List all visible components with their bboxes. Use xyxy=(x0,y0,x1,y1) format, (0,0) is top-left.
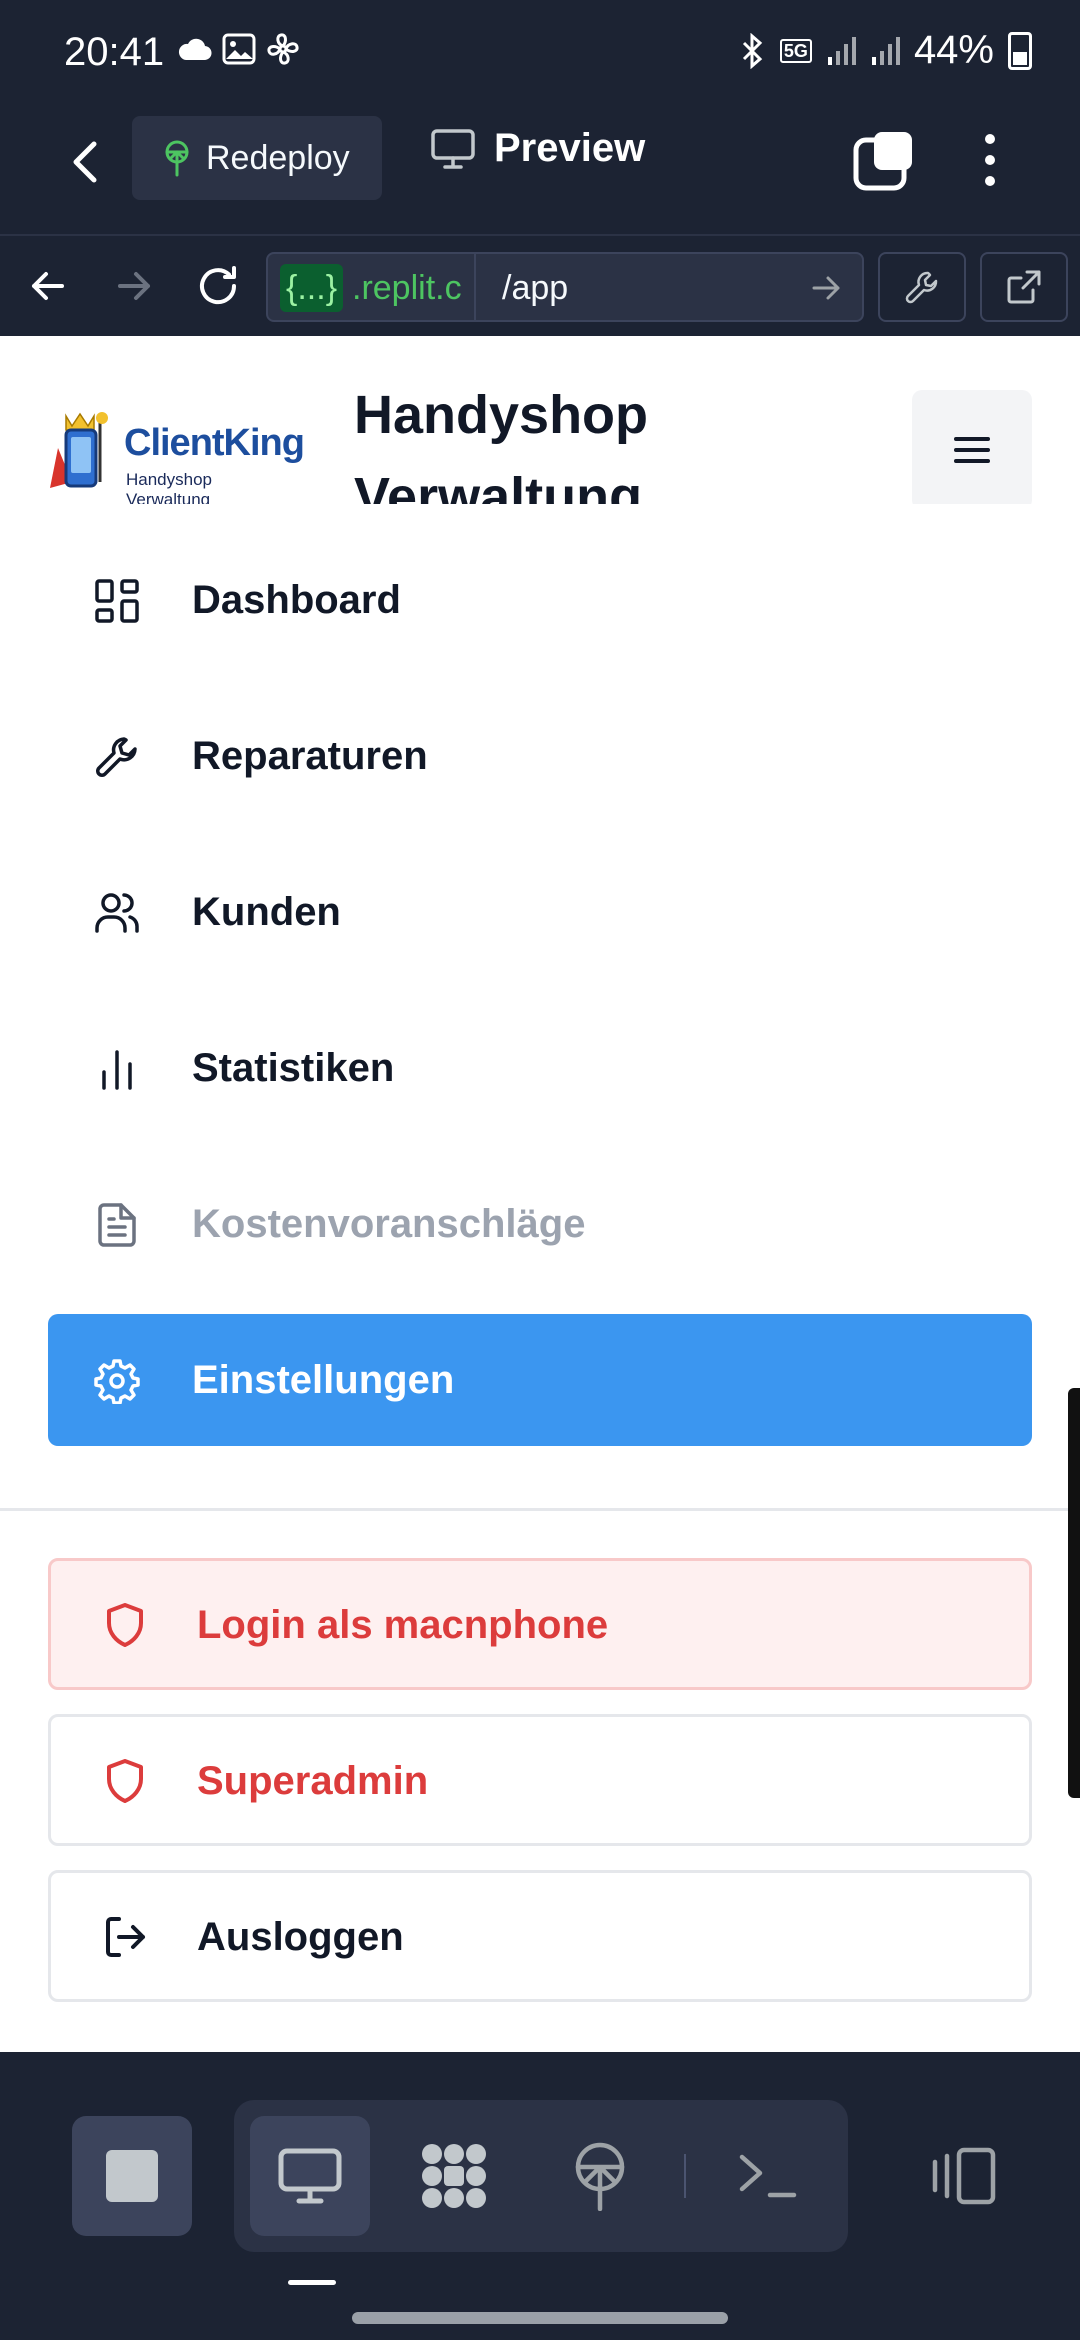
tool-group xyxy=(234,2100,848,2252)
clientking-logo[interactable]: ClientKing Handyshop Verwaltung xyxy=(48,408,305,504)
nav-item-label: Einstellungen xyxy=(192,1357,455,1402)
devtools-button[interactable] xyxy=(878,252,966,322)
tabs-switcher-icon[interactable] xyxy=(852,128,916,192)
app-viewport: ClientKing Handyshop Verwaltung Handysho… xyxy=(0,336,1080,2052)
nav-item-kunden[interactable]: Kunden xyxy=(48,846,1032,978)
image-icon xyxy=(222,33,256,65)
battery-icon xyxy=(1008,31,1032,70)
users-icon xyxy=(95,893,139,933)
terminal-icon xyxy=(739,2154,797,2198)
gear-icon xyxy=(94,1359,140,1404)
deployments-tool-button[interactable] xyxy=(540,2116,660,2236)
open-new-tab-button[interactable] xyxy=(980,252,1068,322)
logo-subtitle: Handyshop Verwaltung xyxy=(126,470,213,504)
nav-item-label: Statistiken xyxy=(192,1045,395,1090)
nav-item-label: Dashboard xyxy=(192,577,401,622)
panels-icon xyxy=(932,2147,996,2205)
go-arrow-icon[interactable] xyxy=(808,270,844,306)
logout-icon xyxy=(106,1917,145,1957)
document-icon xyxy=(98,1203,136,1247)
stop-icon xyxy=(106,2150,158,2202)
dashboard-icon xyxy=(95,579,139,623)
panels-button[interactable] xyxy=(900,2116,1020,2236)
url-chip: {...} xyxy=(280,264,344,312)
active-tab-indicator xyxy=(288,2280,336,2285)
replit-toolbar: Redeploy Preview xyxy=(0,104,1080,234)
deploy-icon xyxy=(165,140,189,177)
redeploy-button[interactable]: Redeploy xyxy=(132,116,382,200)
external-link-icon xyxy=(1007,270,1041,304)
replit-bottom-bar xyxy=(0,2052,1080,2340)
more-options-icon[interactable] xyxy=(970,128,1010,192)
url-host: .replit.c xyxy=(352,269,462,307)
page-title: Handyshop Verwaltung xyxy=(354,385,649,504)
cloud-icon xyxy=(178,38,212,61)
status-bar: 20:41 5G 44% xyxy=(0,0,1080,104)
network-type: 5G xyxy=(779,38,812,63)
wrench-icon xyxy=(96,737,137,777)
nav-item-einstellungen[interactable]: Einstellungen xyxy=(48,1314,1032,1446)
logout-button[interactable]: Ausloggen xyxy=(48,1870,1032,2002)
stop-button[interactable] xyxy=(72,2116,192,2236)
nav-item-statistiken[interactable]: Statistiken xyxy=(48,1002,1032,1134)
menu-divider xyxy=(0,1508,1080,1511)
monitor-icon xyxy=(431,128,475,169)
bar-chart-icon xyxy=(102,1050,132,1090)
superadmin-label: Superadmin xyxy=(197,1759,429,1803)
status-time: 20:41 xyxy=(64,30,165,74)
edge-panel-handle[interactable] xyxy=(1068,1388,1080,1798)
webview-tool-button[interactable] xyxy=(250,2116,370,2236)
shield-icon xyxy=(107,1759,143,1803)
workflows-tool-button[interactable] xyxy=(394,2116,514,2236)
home-gesture-bar[interactable] xyxy=(352,2312,728,2324)
nav-item-dashboard[interactable]: Dashboard xyxy=(48,534,1032,666)
monitor-icon xyxy=(278,2148,342,2204)
browser-forward-icon[interactable] xyxy=(104,256,164,316)
browser-back-icon[interactable] xyxy=(18,256,78,316)
nav-item-kostenvoranschlaege[interactable]: Kostenvoranschläge xyxy=(48,1158,1032,1290)
logout-label: Ausloggen xyxy=(197,1915,404,1959)
shell-tool-button[interactable] xyxy=(708,2116,828,2236)
redeploy-label: Redeploy xyxy=(206,138,350,177)
preview-tab[interactable]: Preview xyxy=(430,126,645,171)
preview-label: Preview xyxy=(494,126,646,170)
nav-item-label: Kostenvoranschläge xyxy=(192,1201,586,1246)
king-mascot-icon xyxy=(50,412,108,488)
login-as-button[interactable]: Login als macnphone xyxy=(48,1558,1032,1690)
signal-icon xyxy=(871,36,900,65)
reload-icon[interactable] xyxy=(188,256,248,316)
url-path[interactable]: /app xyxy=(502,264,568,312)
url-bar: {...} .replit.c /app xyxy=(0,234,1080,336)
deploy-icon xyxy=(575,2142,625,2211)
app-header: ClientKing Handyshop Verwaltung Handysho… xyxy=(0,336,1080,504)
nav-menu: Dashboard Reparaturen Kunden Statistiken… xyxy=(48,534,1032,1470)
login-as-label: Login als macnphone xyxy=(197,1603,609,1647)
shield-icon xyxy=(107,1603,143,1647)
nav-item-label: Kunden xyxy=(192,889,341,934)
back-arrow-icon[interactable] xyxy=(56,132,116,192)
bluetooth-icon xyxy=(742,32,763,69)
logo-title: ClientKing xyxy=(124,422,305,464)
fan-icon xyxy=(267,33,299,65)
battery-percent: 44% xyxy=(913,28,994,72)
superadmin-button[interactable]: Superadmin xyxy=(48,1714,1032,1846)
hamburger-menu-button[interactable] xyxy=(912,390,1032,504)
nav-item-reparaturen[interactable]: Reparaturen xyxy=(48,690,1032,822)
signal-icon xyxy=(827,36,856,65)
nav-item-label: Reparaturen xyxy=(192,733,428,778)
packages-icon xyxy=(422,2144,486,2208)
url-input[interactable]: {...} .replit.c /app xyxy=(266,252,864,322)
account-actions: Login als macnphone Superadmin Ausloggen xyxy=(48,1558,1032,2026)
wrench-icon xyxy=(905,271,938,304)
